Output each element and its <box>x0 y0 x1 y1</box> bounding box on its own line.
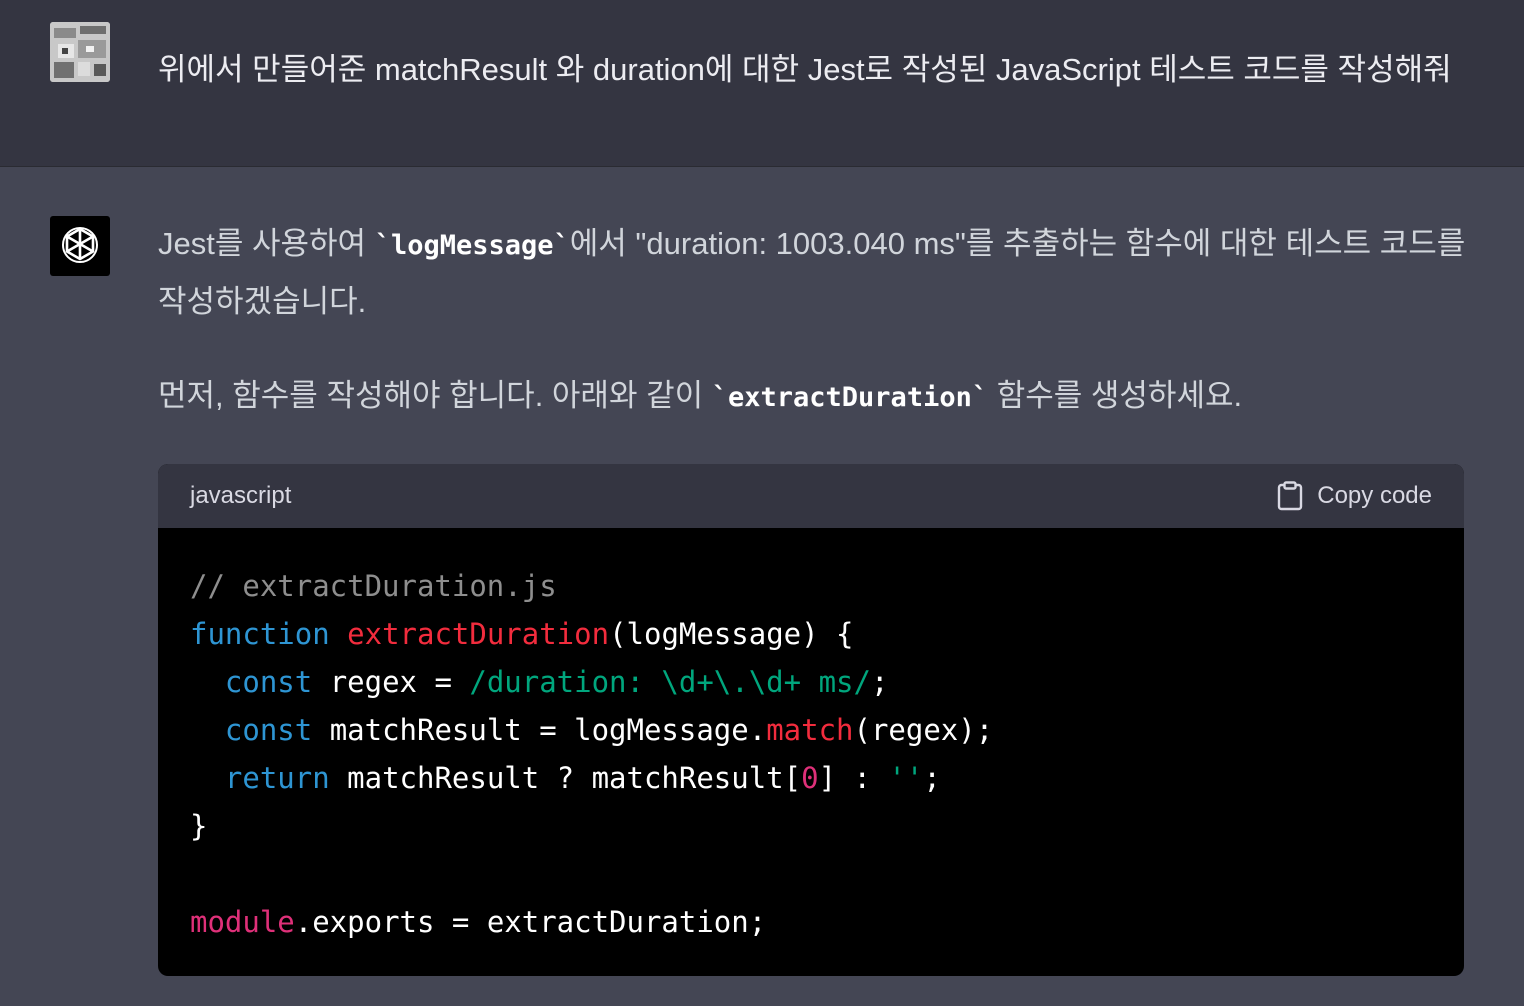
assistant-paragraph-2: 먼저, 함수를 작성해야 합니다. 아래와 같이 `extractDuratio… <box>158 368 1468 426</box>
code-comment: // extractDuration.js <box>190 569 557 603</box>
code-keyword-const: const <box>224 665 313 699</box>
code-method-match: match <box>766 713 854 747</box>
code-line-1: // extractDuration.js <box>190 562 1464 610</box>
code-line-8: module.exports = extractDuration; <box>190 898 1464 946</box>
code-line-6: } <box>190 802 1464 850</box>
user-avatar-image-icon <box>50 22 110 82</box>
code-text: regex = <box>312 665 470 699</box>
user-message-row: 위에서 만들어준 matchResult 와 duration에 대한 Jest… <box>0 0 1524 167</box>
copy-code-button[interactable]: Copy code <box>1277 479 1432 513</box>
code-text: ; <box>923 761 941 795</box>
code-keyword-function: function <box>190 617 330 651</box>
assistant-avatar <box>50 216 110 276</box>
code-keyword-return: return <box>224 761 330 795</box>
code-text: ; <box>870 665 889 699</box>
inline-code-logmessage: `logMessage` <box>374 230 570 261</box>
code-text: matchResult ? matchResult[ <box>329 761 802 795</box>
code-text: (regex); <box>853 713 994 747</box>
code-line-5: return matchResult ? matchResult[0] : ''… <box>190 754 1464 802</box>
code-regex: /duration: \d+\.\d+ ms/ <box>469 665 871 699</box>
code-block-header: javascript Copy code <box>158 464 1464 528</box>
code-content: // extractDuration.js function extractDur… <box>158 528 1464 946</box>
code-language-label: javascript <box>190 482 292 509</box>
code-brace: } <box>190 809 208 843</box>
code-module: module <box>190 905 295 939</box>
code-line-3: const regex = /duration: \d+\.\d+ ms/; <box>190 658 1464 706</box>
clipboard-icon <box>1278 481 1303 511</box>
assistant-paragraph-1: Jest를 사용하여 `logMessage`에서 "duration: 100… <box>158 216 1468 330</box>
code-keyword-const: const <box>224 713 313 747</box>
copy-code-label: Copy code <box>1317 482 1432 509</box>
code-block: javascript Copy code // extractDuration.… <box>158 464 1464 976</box>
code-string: '' <box>888 761 924 795</box>
code-params: (logMessage) { <box>609 617 854 651</box>
code-line-2: function extractDuration(logMessage) { <box>190 610 1464 658</box>
paragraph-2-text-end: 함수를 생성하세요. <box>988 378 1243 413</box>
paragraph-2-text-start: 먼저, 함수를 작성해야 합니다. 아래와 같이 <box>158 378 712 413</box>
user-message-text: 위에서 만들어준 matchResult 와 duration에 대한 Jest… <box>158 52 1452 87</box>
code-line-4: const matchResult = logMessage.match(reg… <box>190 706 1464 754</box>
user-avatar <box>50 22 110 82</box>
code-number: 0 <box>801 761 819 795</box>
paragraph-1-text-start: Jest를 사용하여 <box>158 226 375 261</box>
code-text: ] : <box>818 761 889 795</box>
code-text: matchResult = logMessage. <box>312 713 767 747</box>
code-text: .exports = extractDuration; <box>294 905 767 939</box>
code-function-name: extractDuration <box>347 617 610 651</box>
openai-logo-icon <box>62 227 98 263</box>
inline-code-extractduration: `extractDuration` <box>711 382 989 413</box>
